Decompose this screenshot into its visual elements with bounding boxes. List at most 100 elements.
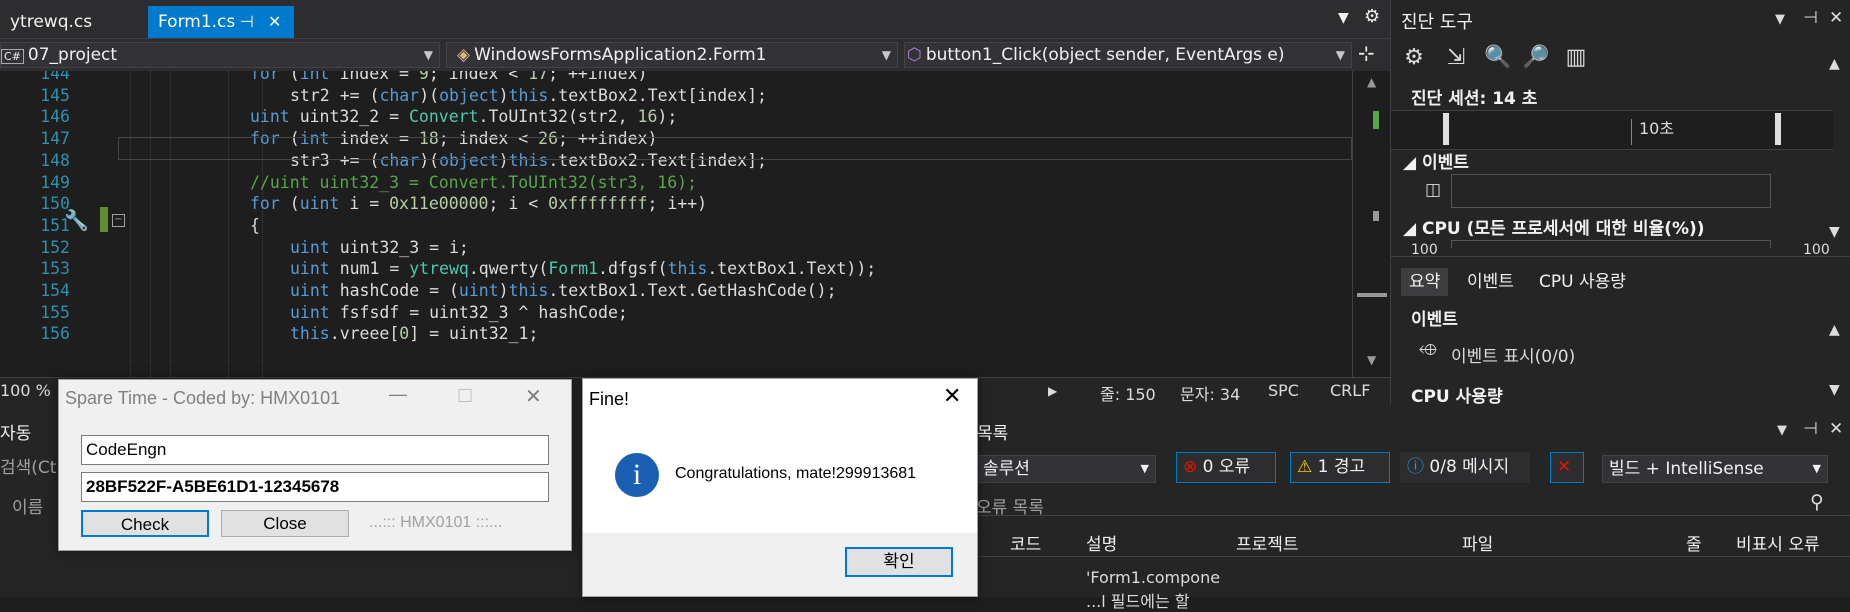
- project-dropdown[interactable]: C# 07_project ▼: [0, 42, 440, 68]
- close-button[interactable]: Close: [221, 510, 349, 537]
- spare-time-dialog: Spare Time - Coded by: HMX0101 — ☐ ✕ Cod…: [58, 379, 572, 551]
- serial-input[interactable]: 28BF522F-A5BE61D1-12345678: [81, 472, 549, 502]
- chart-icon[interactable]: ▥: [1561, 43, 1591, 73]
- tab-cpu-usage[interactable]: CPU 사용량: [1531, 268, 1634, 296]
- tab-ytrewq[interactable]: ytrewq.cs: [0, 6, 140, 38]
- gear-icon[interactable]: ⚙: [1399, 43, 1429, 73]
- tab-events[interactable]: 이벤트: [1459, 268, 1522, 296]
- ok-button[interactable]: 확인: [845, 547, 953, 577]
- scroll-right-icon[interactable]: ▶: [1048, 384, 1057, 398]
- column-project[interactable]: 프로젝트: [1236, 530, 1299, 555]
- dropdown-icon[interactable]: ▼: [1777, 423, 1787, 438]
- pin-icon[interactable]: ⊣: [240, 6, 254, 38]
- session-duration: 진단 세션: 14 초: [1411, 89, 1538, 109]
- member-dropdown[interactable]: ⬡ button1_Click(object sender, EventArgs …: [904, 42, 1352, 68]
- chevron-down-icon: ▼: [423, 48, 433, 62]
- line-indicator: 줄: 150: [1100, 385, 1156, 404]
- chevron-down-icon: ▼: [881, 48, 891, 62]
- column-description[interactable]: 설명: [1086, 530, 1117, 555]
- errors-count: 0 오류: [1202, 457, 1251, 477]
- close-icon[interactable]: ✕: [943, 383, 961, 409]
- char-indicator: 문자: 34: [1180, 385, 1241, 404]
- column-code[interactable]: 코드: [1010, 530, 1041, 555]
- autos-name-column[interactable]: 이름: [12, 493, 43, 518]
- split-icon[interactable]: ⊹: [1358, 41, 1375, 65]
- scroll-down-icon[interactable]: ▼: [1829, 224, 1840, 240]
- dropdown-icon[interactable]: ▼: [1775, 12, 1785, 27]
- method-icon: ⬡: [907, 45, 922, 65]
- error-icon: ⊗: [1183, 457, 1198, 477]
- wrench-icon[interactable]: 🔧: [64, 208, 89, 232]
- gear-icon[interactable]: ⚙: [1364, 6, 1380, 27]
- scroll-marker: [1373, 211, 1379, 221]
- document-tab-strip: ytrewq.cs Form1.cs ⊣ ✕ ▼ ⚙: [0, 0, 1390, 38]
- zoom-in-icon[interactable]: 🔍: [1483, 43, 1513, 73]
- tab-summary[interactable]: 요약: [1401, 268, 1449, 296]
- code-text: this.vreee[0] = uint32_1;: [290, 324, 539, 344]
- name-input[interactable]: CodeEngn: [81, 435, 549, 465]
- autos-title: 자동: [0, 424, 32, 444]
- dialog-titlebar[interactable]: Spare Time - Coded by: HMX0101 — ☐ ✕: [59, 380, 571, 416]
- events-header[interactable]: ◢ 이벤트: [1403, 148, 1469, 173]
- scroll-thumb[interactable]: [1357, 293, 1387, 297]
- tab-overflow-dropdown-icon[interactable]: ▼: [1338, 10, 1349, 26]
- class-icon: ◈: [457, 45, 471, 65]
- column-line[interactable]: 줄: [1686, 530, 1702, 555]
- search-icon[interactable]: ⚲: [1810, 491, 1824, 513]
- zoom-out-icon[interactable]: 🔎: [1521, 43, 1551, 73]
- cpu-header[interactable]: ◢ CPU (모든 프로세서에 대한 비율(%)): [1403, 214, 1705, 239]
- close-icon[interactable]: ✕: [1829, 419, 1843, 439]
- line-ending-indicator: CRLF: [1330, 381, 1371, 400]
- chevron-down-icon: ▼: [1335, 48, 1345, 62]
- dialog-title: Spare Time - Coded by: HMX0101: [65, 388, 341, 408]
- scope-dropdown[interactable]: 솔루션 ▼: [976, 455, 1156, 483]
- pause-icon: ◫: [1425, 180, 1442, 200]
- scroll-up-icon[interactable]: ▲: [1367, 75, 1376, 89]
- vertical-scrollbar[interactable]: ▲ ▼: [1352, 71, 1391, 377]
- tab-form1[interactable]: Form1.cs ⊣ ✕: [148, 6, 294, 38]
- scroll-down-icon[interactable]: ▼: [1829, 382, 1840, 398]
- close-icon[interactable]: ✕: [1829, 8, 1843, 28]
- zoom-level[interactable]: 100 %: [0, 381, 51, 400]
- warnings-filter-button[interactable]: ⚠ 1 경고: [1290, 452, 1390, 483]
- events-link-icon: ⬲: [1419, 340, 1437, 359]
- check-button[interactable]: Check: [81, 510, 209, 537]
- column-file[interactable]: 파일: [1462, 530, 1493, 555]
- close-icon[interactable]: ✕: [268, 6, 281, 38]
- build-source-value: 빌드 + IntelliSense: [1609, 459, 1764, 479]
- member-name: button1_Click(object sender, EventArgs e…: [925, 45, 1285, 65]
- code-line[interactable]: 156 this.vreee[0] = uint32_1;: [0, 321, 1370, 346]
- scroll-up-icon[interactable]: ▲: [1829, 56, 1840, 72]
- author-brand: ...::: HMX0101 :::...: [369, 514, 503, 531]
- timeline-end-handle[interactable]: [1775, 113, 1781, 145]
- error-row-description[interactable]: 'Form1.compone: [1086, 568, 1220, 587]
- project-name: 07_project: [27, 45, 118, 65]
- message-text: Congratulations, mate!299913681: [675, 465, 917, 482]
- maximize-icon[interactable]: ☐: [457, 386, 473, 407]
- close-icon[interactable]: ✕: [525, 384, 542, 409]
- class-name: WindowsFormsApplication2.Form1: [474, 45, 767, 65]
- code-editor[interactable]: 144 for (int index = 9; index < 17; ++ind…: [0, 71, 1370, 377]
- messages-count: 0/8 메시지: [1429, 457, 1510, 477]
- tab-label: ytrewq.cs: [10, 12, 93, 32]
- errors-filter-button[interactable]: ⊗ 0 오류: [1176, 452, 1276, 483]
- class-dropdown[interactable]: ◈ WindowsFormsApplication2.Form1 ▼: [446, 42, 898, 68]
- collapse-icon[interactable]: −: [112, 214, 125, 227]
- filter-icon[interactable]: ✕: [1550, 452, 1584, 483]
- current-line-highlight: [118, 137, 1352, 160]
- scroll-up-icon[interactable]: ▲: [1829, 322, 1840, 338]
- scroll-down-icon[interactable]: ▼: [1367, 353, 1376, 367]
- show-events-link[interactable]: 이벤트 표시(0/0): [1451, 342, 1575, 367]
- timeline-ruler[interactable]: 10초: [1391, 110, 1833, 150]
- autos-search[interactable]: 검색(Ct: [0, 453, 56, 478]
- timeline-start-handle[interactable]: [1443, 113, 1449, 145]
- warnings-count: 1 경고: [1317, 457, 1366, 477]
- column-suppression[interactable]: 비표시 오류: [1736, 530, 1820, 555]
- build-source-dropdown[interactable]: 빌드 + IntelliSense ▼: [1602, 455, 1828, 483]
- pin-icon[interactable]: ⊣: [1803, 419, 1818, 439]
- minimize-icon[interactable]: —: [389, 384, 407, 405]
- line-number: 156: [40, 324, 70, 344]
- pin-icon[interactable]: ⊣: [1803, 8, 1818, 28]
- export-icon[interactable]: ⇲: [1441, 43, 1471, 73]
- messages-filter-button[interactable]: ⓘ 0/8 메시지: [1400, 452, 1530, 483]
